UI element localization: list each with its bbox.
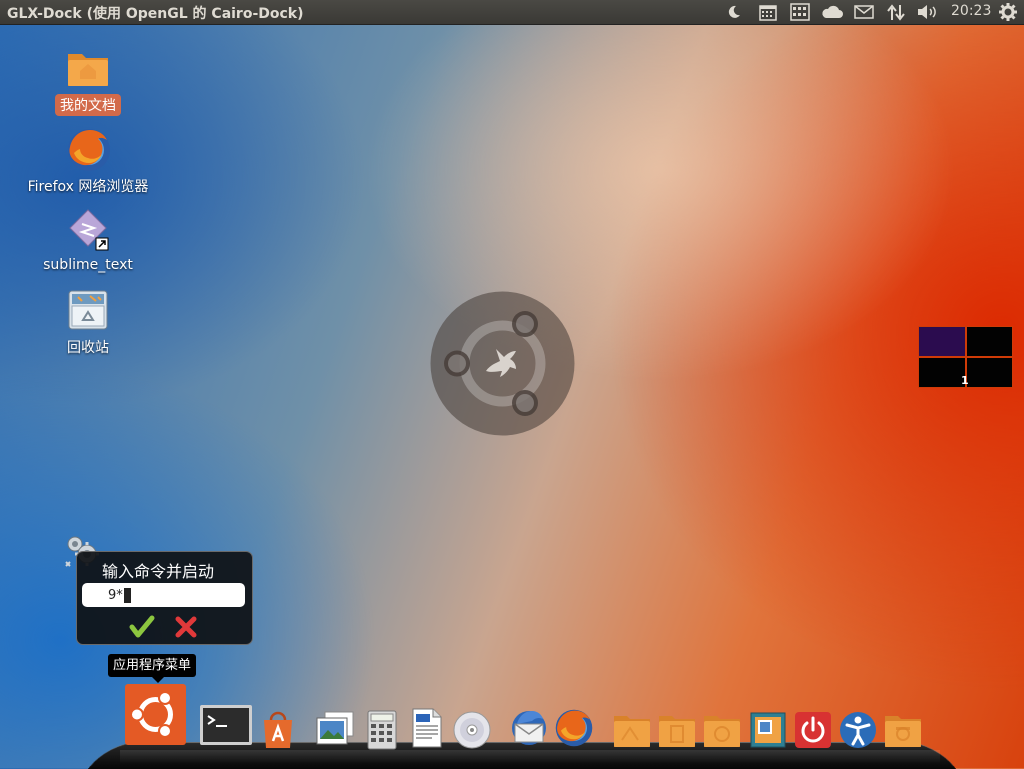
desktop-icon-label: 我的文档	[55, 94, 121, 116]
ubuntu-wallpaper-logo	[430, 291, 575, 436]
desktop-icon-trash[interactable]: 回收站	[18, 288, 158, 358]
desktop-icon-label: sublime_text	[43, 257, 133, 273]
shutdown-icon[interactable]	[793, 710, 833, 750]
moon-icon[interactable]	[724, 3, 744, 21]
clock[interactable]: 20:23	[951, 3, 991, 19]
dock-reflection	[120, 750, 940, 764]
music-folder-icon[interactable]	[702, 710, 742, 750]
command-input-value: 9*	[108, 588, 123, 603]
documents-folder-icon[interactable]	[657, 710, 697, 750]
run-command-dialog: 输入命令并启动 9*	[76, 551, 253, 645]
sublime-text-icon	[66, 208, 110, 252]
terminal-icon[interactable]	[199, 704, 253, 746]
desktop-icon-sublime-text[interactable]: sublime_text	[18, 208, 158, 274]
network-arrows-icon[interactable]	[885, 3, 907, 21]
applications-menu-icon[interactable]	[124, 683, 187, 746]
software-center-icon[interactable]	[258, 710, 298, 750]
workspace-1[interactable]	[919, 327, 965, 356]
text-document-icon[interactable]	[407, 708, 447, 748]
cloud-icon[interactable]	[820, 3, 844, 21]
window-title: GLX-Dock (使用 OpenGL 的 Cairo-Dock)	[7, 6, 304, 22]
confirm-check-icon[interactable]	[129, 614, 155, 640]
workspace-4[interactable]	[966, 358, 1012, 387]
camera-folder-icon[interactable]	[883, 710, 923, 750]
home-folder-icon	[66, 46, 110, 90]
volume-icon[interactable]	[916, 3, 940, 21]
dock-tooltip: 应用程序菜单	[108, 654, 197, 677]
calendar-icon[interactable]	[757, 3, 779, 21]
folder-icon[interactable]	[612, 710, 652, 750]
command-input[interactable]: 9*	[82, 583, 245, 607]
trash-icon	[66, 288, 110, 332]
workspace-3[interactable]	[919, 358, 965, 387]
keyboard-icon[interactable]	[789, 3, 811, 21]
calculator-icon[interactable]	[362, 710, 402, 750]
desktop-icon-firefox[interactable]: Firefox 网络浏览器	[18, 127, 158, 197]
desktop-icon-label: Firefox 网络浏览器	[27, 179, 149, 195]
cd-drive-icon[interactable]	[452, 710, 492, 750]
firefox-icon	[66, 127, 110, 171]
settings-gear-icon[interactable]	[997, 3, 1019, 21]
thunderbird-icon[interactable]	[509, 708, 549, 748]
image-viewer-icon[interactable]	[315, 710, 355, 750]
desktop-icon-my-documents[interactable]: 我的文档	[18, 46, 158, 116]
top-panel: GLX-Dock (使用 OpenGL 的 Cairo-Dock) 20:23	[0, 0, 1024, 25]
dialog-title: 输入命令并启动	[102, 562, 215, 581]
text-cursor	[123, 588, 131, 603]
pictures-folder-icon[interactable]	[748, 710, 788, 750]
firefox-dock-icon[interactable]	[554, 708, 594, 748]
workspace-number: 1	[961, 374, 969, 387]
workspace-2[interactable]	[966, 327, 1012, 356]
mail-icon[interactable]	[853, 3, 875, 21]
desktop-icon-label: 回收站	[67, 340, 109, 356]
cancel-x-icon[interactable]	[173, 614, 199, 640]
accessibility-icon[interactable]	[838, 710, 878, 750]
